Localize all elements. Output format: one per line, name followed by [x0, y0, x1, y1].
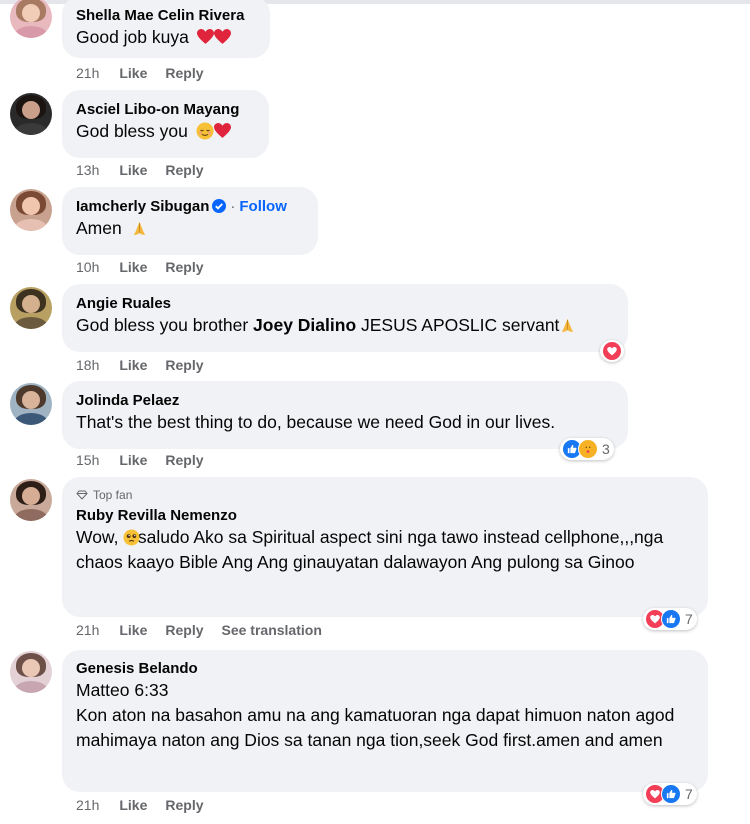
- comment-actions: 21h Like Reply See translation: [76, 622, 340, 638]
- comment-actions: 21h Like Reply: [76, 65, 222, 81]
- folded-hands-icon: [562, 318, 574, 333]
- like-button[interactable]: Like: [119, 357, 147, 373]
- comment-time[interactable]: 13h: [76, 162, 99, 178]
- comment-time[interactable]: 21h: [76, 622, 99, 638]
- avatar[interactable]: [10, 651, 52, 693]
- red-heart-icon: [213, 123, 231, 138]
- avatar[interactable]: [10, 93, 52, 135]
- reply-button[interactable]: Reply: [165, 162, 203, 178]
- reaction-summary[interactable]: 3: [560, 438, 614, 460]
- comment-text: God bless you: [76, 119, 255, 144]
- comment-text: That's the best thing to do, because we …: [76, 412, 556, 432]
- comment-actions: 13h Like Reply: [76, 162, 222, 178]
- top-fan-badge: Top fan: [76, 487, 694, 503]
- comment-author[interactable]: Jolinda Pelaez: [76, 391, 614, 410]
- comment-bubble: Jolinda Pelaez That's the best thing to …: [62, 381, 628, 449]
- relieved-face-icon: [196, 122, 214, 140]
- like-button[interactable]: Like: [119, 259, 147, 275]
- reaction-summary[interactable]: [600, 340, 624, 362]
- care-reaction-icon: [578, 439, 598, 459]
- like-reaction-icon: [661, 784, 681, 804]
- reaction-summary[interactable]: 7: [643, 783, 697, 805]
- comment-bubble: Iamcherly Sibugan · Follow Amen: [62, 187, 318, 255]
- love-reaction-icon: [602, 341, 622, 361]
- comment-author[interactable]: Iamcherly Sibugan · Follow: [76, 197, 304, 216]
- like-reaction-icon: [661, 609, 681, 629]
- comment-bubble: Shella Mae Celin Rivera Good job kuya: [62, 0, 270, 58]
- comment-author[interactable]: Genesis Belando: [76, 659, 694, 678]
- like-button[interactable]: Like: [119, 162, 147, 178]
- avatar[interactable]: [10, 0, 52, 38]
- comment-time[interactable]: 15h: [76, 452, 99, 468]
- comment-bubble: Top fan Ruby Revilla Nemenzo Wow, saludo…: [62, 477, 708, 617]
- comment-author[interactable]: Asciel Libo-on Mayang: [76, 100, 255, 119]
- reply-button[interactable]: Reply: [165, 452, 203, 468]
- comment-author[interactable]: Angie Ruales: [76, 294, 614, 313]
- diamond-icon: [76, 490, 88, 500]
- folded-hands-icon: [133, 221, 145, 236]
- separator-dot: ·: [230, 198, 236, 215]
- comment-author[interactable]: Ruby Revilla Nemenzo: [76, 506, 694, 525]
- reply-button[interactable]: Reply: [165, 622, 203, 638]
- follow-button[interactable]: Follow: [239, 198, 287, 215]
- comment-actions: 18h Like Reply: [76, 357, 222, 373]
- like-button[interactable]: Like: [119, 622, 147, 638]
- reaction-count: 7: [685, 786, 693, 802]
- comment-text: Good job kuya: [76, 25, 256, 50]
- reaction-count: 7: [685, 611, 693, 627]
- comment-text: Wow, saludo Ako sa Spiritual aspect sini…: [76, 527, 664, 572]
- comment-actions: 21h Like Reply: [76, 797, 222, 813]
- avatar[interactable]: [10, 189, 52, 231]
- comment-text-line: Matteo 6:33: [76, 680, 169, 700]
- comment-text: God bless you brother Joey Dialino JESUS…: [76, 313, 614, 338]
- avatar[interactable]: [10, 383, 52, 425]
- avatar[interactable]: [10, 287, 52, 329]
- comment-bubble: Asciel Libo-on Mayang God bless you: [62, 90, 269, 158]
- comment-text: Kon aton na basahon amu na ang kamatuora…: [76, 705, 675, 750]
- see-translation-button[interactable]: See translation: [222, 622, 322, 638]
- comment-time[interactable]: 21h: [76, 797, 99, 813]
- verified-badge-icon: [212, 199, 227, 213]
- mentioned-user[interactable]: Joey Dialino: [253, 315, 356, 335]
- comment-bubble: Angie Ruales God bless you brother Joey …: [62, 284, 628, 352]
- comment-author[interactable]: Shella Mae Celin Rivera: [76, 6, 256, 25]
- pleading-face-icon: [123, 529, 140, 546]
- reply-button[interactable]: Reply: [165, 797, 203, 813]
- comment-bubble: Genesis Belando Matteo 6:33 Kon aton na …: [62, 650, 708, 792]
- red-heart-icon: [213, 29, 231, 44]
- red-heart-icon: [196, 29, 214, 44]
- comment-actions: 15h Like Reply: [76, 452, 222, 468]
- like-button[interactable]: Like: [119, 65, 147, 81]
- reply-button[interactable]: Reply: [165, 65, 203, 81]
- reply-button[interactable]: Reply: [165, 259, 203, 275]
- reaction-summary[interactable]: 7: [643, 608, 697, 630]
- like-button[interactable]: Like: [119, 797, 147, 813]
- comment-text: Amen: [76, 216, 304, 241]
- comment-actions: 10h Like Reply: [76, 259, 222, 275]
- comment-time[interactable]: 10h: [76, 259, 99, 275]
- reaction-count: 3: [602, 441, 610, 457]
- comment-time[interactable]: 18h: [76, 357, 99, 373]
- comment-time[interactable]: 21h: [76, 65, 99, 81]
- avatar[interactable]: [10, 479, 52, 521]
- like-button[interactable]: Like: [119, 452, 147, 468]
- reply-button[interactable]: Reply: [165, 357, 203, 373]
